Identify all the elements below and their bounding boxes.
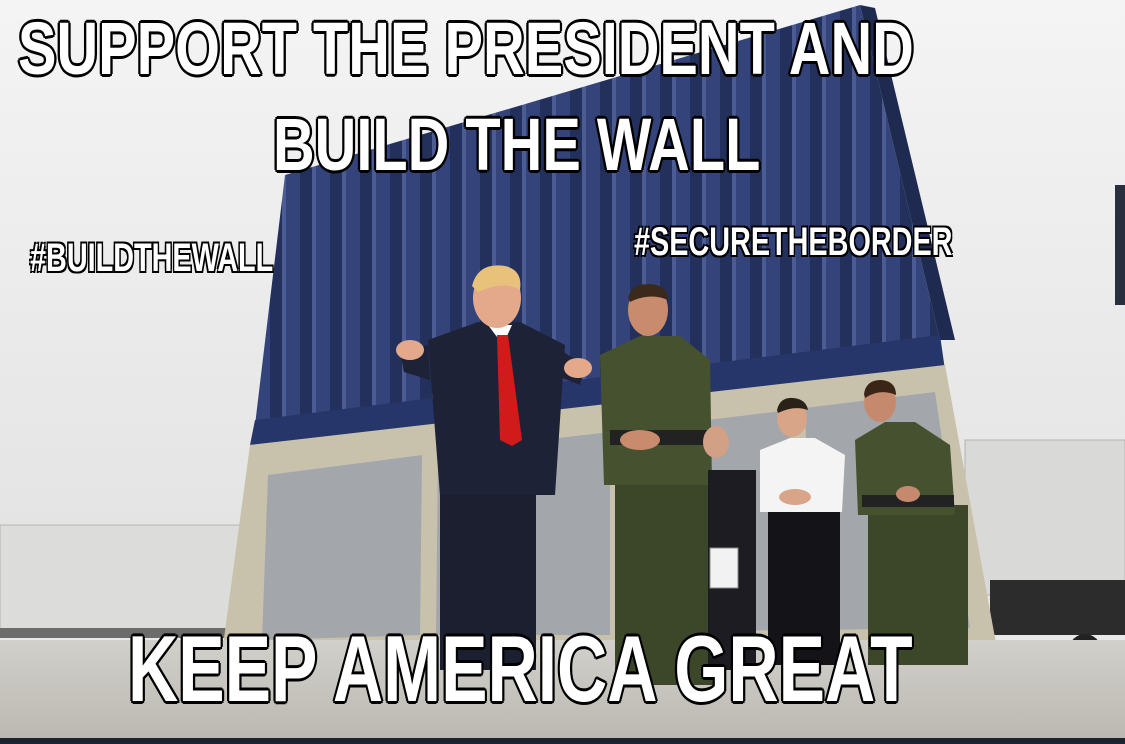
headline-line-2: BUILD THE WALL: [272, 103, 762, 186]
meme-image: SUPPORT THE PRESIDENT AND BUILD THE WALL…: [0, 0, 1125, 744]
footer-line: KEEP AMERICA GREAT: [127, 616, 914, 721]
bottom-edge-bar: [0, 738, 1125, 744]
hashtag-right: #SECURETHEBORDER: [633, 220, 953, 264]
hashtag-left: #BUILDTHEWALL: [29, 236, 274, 280]
headline-line-1: SUPPORT THE PRESIDENT AND: [17, 7, 915, 90]
